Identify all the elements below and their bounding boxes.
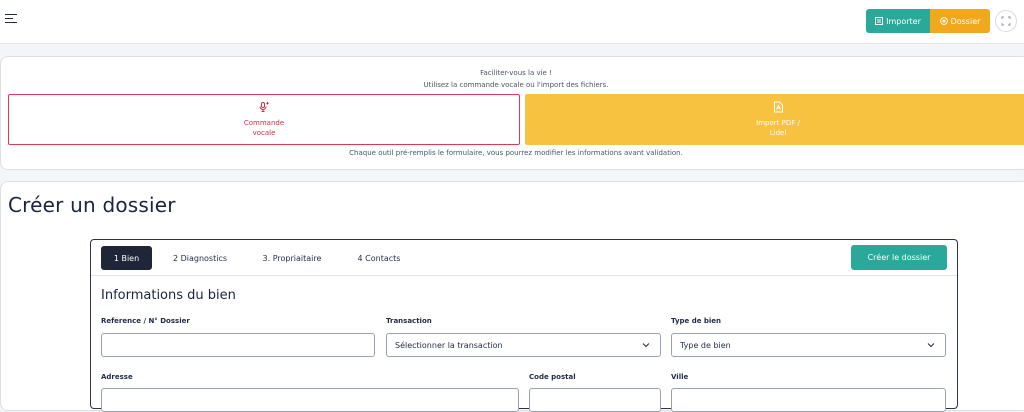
ville-label: Ville [671, 373, 689, 381]
fullscreen-button[interactable] [995, 10, 1017, 32]
code-postal-input[interactable] [529, 388, 661, 412]
chevron-down-icon [642, 343, 650, 348]
import-pdf-button[interactable]: Import PDF / Lidel [525, 94, 1024, 145]
voice-command-button[interactable]: Commande vocale [8, 94, 520, 145]
microphone-icon [259, 102, 269, 112]
import-button[interactable]: Importer [866, 9, 930, 33]
section-title: Informations du bien [101, 288, 236, 303]
import-pdf-label-2: Lidel [769, 129, 787, 137]
import-icon [875, 17, 884, 25]
transaction-label: Transaction [386, 317, 432, 325]
import-button-label: Importer [886, 16, 921, 26]
adresse-label: Adresse [101, 373, 133, 381]
transaction-select-value: Sélectionner la transaction [395, 340, 503, 350]
type-bien-select[interactable]: Type de bien [671, 333, 946, 357]
tab-proprietaire[interactable]: 3. Propriaitaire [254, 246, 330, 270]
new-dossier-button-label: Dossier [950, 16, 981, 26]
tab-contacts[interactable]: 4 Contacts [349, 246, 409, 270]
assist-subtitle: Utilisez la commande vocale ou l'import … [423, 81, 609, 89]
assist-panel: Faciliter-vous la vie ! Utilisez la comm… [0, 56, 1024, 170]
import-pdf-label-1: Import PDF / [756, 119, 800, 127]
pdf-file-icon [773, 101, 783, 113]
menu-icon[interactable] [5, 14, 17, 26]
new-dossier-button[interactable]: Dossier [930, 9, 990, 33]
reference-input[interactable] [101, 333, 375, 357]
transaction-select[interactable]: Sélectionner la transaction [386, 333, 661, 357]
form-tabs: 1 Bien 2 Diagnostics 3. Propriaitaire 4 … [91, 240, 957, 276]
tab-bien[interactable]: 1 Bien [101, 246, 152, 270]
top-bar: Importer Dossier [0, 0, 1024, 44]
ville-input[interactable] [671, 388, 946, 412]
dossier-form-card: 1 Bien 2 Diagnostics 3. Propriaitaire 4 … [90, 239, 958, 412]
code-postal-label: Code postal [529, 373, 576, 381]
chevron-down-icon [927, 343, 935, 348]
create-dossier-button[interactable]: Créer le dossier [851, 245, 947, 270]
plus-circle-icon [939, 17, 948, 25]
page-title: Créer un dossier [8, 193, 176, 217]
type-bien-label: Type de bien [671, 317, 722, 325]
voice-command-label-1: Commande [243, 119, 285, 127]
type-bien-select-value: Type de bien [680, 340, 731, 350]
adresse-input[interactable] [101, 388, 519, 412]
tab-diagnostics[interactable]: 2 Diagnostics [162, 246, 238, 270]
assist-footnote: Chaque outil pré-remplis le formulaire, … [349, 149, 683, 157]
reference-label: Reference / N° Dossier [101, 317, 190, 325]
assist-title: Faciliter-vous la vie ! [480, 69, 552, 77]
fullscreen-icon [1001, 16, 1011, 26]
voice-command-label-2: vocale [252, 129, 276, 137]
